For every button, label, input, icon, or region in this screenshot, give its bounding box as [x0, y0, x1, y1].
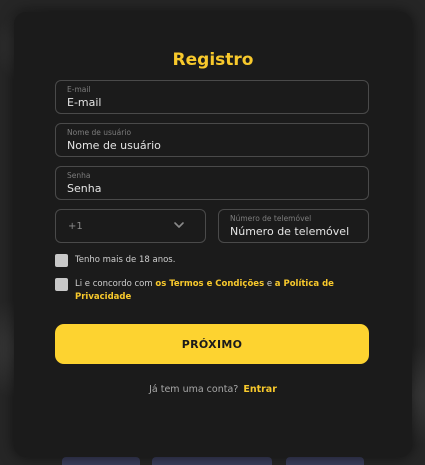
background-tile: [62, 457, 140, 465]
chevron-down-icon: [174, 222, 184, 228]
username-field-label: Nome de usuário: [67, 128, 132, 137]
login-prompt-text: Já tem uma conta?: [149, 384, 239, 395]
terms-checkbox-label: Li e concordo com os Termos e Condições …: [75, 278, 355, 304]
background-tile: [286, 457, 364, 465]
terms-prefix: Li e concordo com: [75, 279, 156, 289]
phone-field[interactable]: Número de telemóvel Número de telemóvel: [218, 209, 369, 243]
login-prompt: Já tem uma conta? Entrar: [14, 384, 412, 395]
terms-connector: e: [264, 279, 275, 289]
password-field-placeholder: Senha: [67, 182, 102, 195]
phone-field-placeholder: Número de telemóvel: [230, 225, 350, 238]
next-button[interactable]: PRÓXIMO: [55, 324, 369, 364]
country-code-select[interactable]: +1: [55, 209, 206, 243]
email-field-label: E-mail: [67, 85, 91, 94]
password-field[interactable]: Senha Senha: [55, 166, 369, 200]
email-field-placeholder: E-mail: [67, 96, 102, 109]
password-field-label: Senha: [67, 171, 91, 180]
username-field[interactable]: Nome de usuário Nome de usuário: [55, 123, 369, 157]
modal-title: Registro: [172, 50, 254, 70]
terms-link[interactable]: os Termos e Condições: [155, 279, 264, 289]
terms-checkbox[interactable]: [55, 278, 68, 291]
login-link[interactable]: Entrar: [243, 384, 277, 395]
phone-field-label: Número de telemóvel: [230, 214, 312, 223]
email-field[interactable]: E-mail E-mail: [55, 80, 369, 114]
username-field-placeholder: Nome de usuário: [67, 139, 161, 152]
background-tile: [152, 457, 272, 465]
registration-modal: Registro E-mail E-mail Nome de usuário N…: [14, 12, 412, 457]
country-code-value: +1: [68, 221, 83, 232]
age-checkbox-label: Tenho mais de 18 anos.: [75, 255, 176, 265]
age-checkbox[interactable]: [55, 254, 68, 267]
